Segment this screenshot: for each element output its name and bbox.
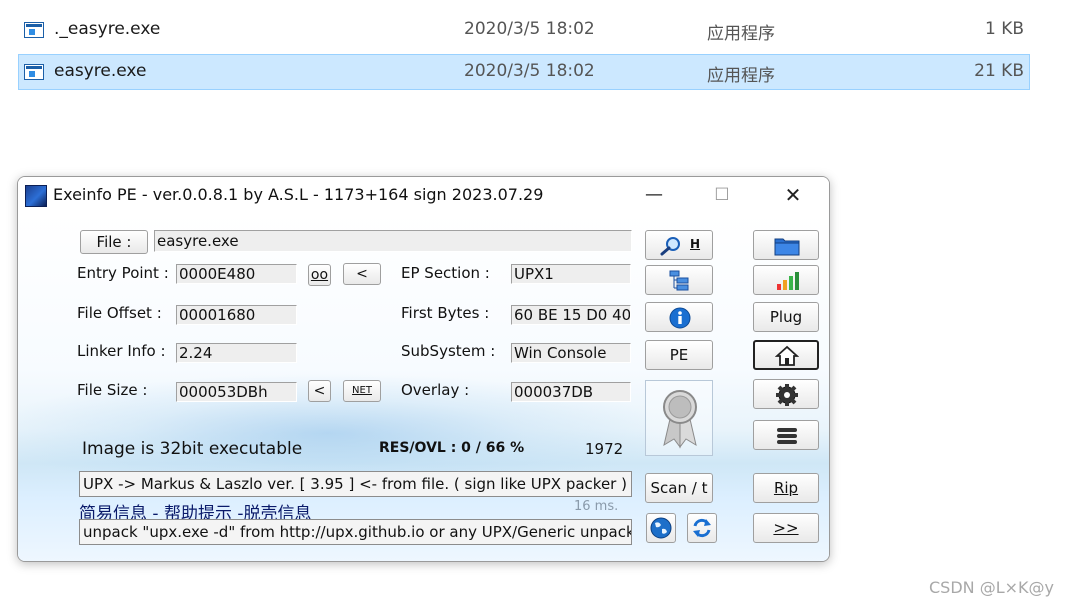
file-size: 21 KB xyxy=(974,61,1024,81)
file-type: 应用程序 xyxy=(707,66,775,86)
first-bytes-label: First Bytes : xyxy=(401,304,490,322)
home-icon xyxy=(775,345,799,366)
web-button[interactable] xyxy=(646,513,676,543)
file-name: easyre.exe xyxy=(54,61,147,81)
magnifier-icon xyxy=(660,237,680,256)
plug-button[interactable]: Plug xyxy=(753,302,819,332)
info-button[interactable] xyxy=(645,302,713,332)
ep-section-field[interactable]: UPX1 xyxy=(511,264,631,284)
scan-time: 16 ms. xyxy=(574,499,619,514)
first-bytes-field[interactable]: 60 BE 15 D0 40 xyxy=(511,305,631,325)
menu-button[interactable] xyxy=(753,420,819,450)
rip-button[interactable]: Rip xyxy=(753,473,819,503)
refresh-button[interactable] xyxy=(687,513,717,543)
net-button[interactable]: NET xyxy=(343,380,381,402)
file-name-field[interactable]: easyre.exe xyxy=(154,230,632,252)
search-h-label: H xyxy=(690,237,701,251)
tree-list-icon xyxy=(669,270,689,291)
file-offset-field[interactable]: 00001680 xyxy=(176,305,297,325)
file-button[interactable]: File : xyxy=(80,230,148,254)
entry-point-label: Entry Point : xyxy=(77,264,169,282)
maximize-button[interactable]: ☐ xyxy=(699,181,745,209)
more-button[interactable]: >> xyxy=(753,513,819,543)
home-button[interactable] xyxy=(753,340,819,370)
overlay-field[interactable]: 000037DB xyxy=(511,382,631,402)
app-icon xyxy=(25,185,47,207)
award-badge-icon xyxy=(663,390,697,449)
image-info-text: Image is 32bit executable xyxy=(82,439,303,459)
info-icon xyxy=(669,307,691,329)
file-size-field[interactable]: 000053DBh xyxy=(176,382,297,402)
file-row-selected[interactable]: easyre.exe 2020/3/5 18:02 应用程序 21 KB xyxy=(18,54,1030,90)
menu-icon xyxy=(777,428,797,444)
file-type: 应用程序 xyxy=(707,24,775,44)
watermark-text: CSDN @L×K@y xyxy=(929,578,1054,597)
scan-button[interactable]: Scan / t xyxy=(645,473,713,503)
settings-button[interactable] xyxy=(753,379,819,409)
close-button[interactable]: ✕ xyxy=(770,181,816,209)
file-size-label: File Size : xyxy=(77,381,148,399)
main-panel: File : easyre.exe Entry Point : 0000E480… xyxy=(18,213,829,561)
res-ovl-text: RES/OVL : 0 / 66 % xyxy=(379,440,525,456)
folder-icon xyxy=(774,238,800,256)
overlay-label: Overlay : xyxy=(401,381,470,399)
open-folder-button[interactable] xyxy=(753,230,819,260)
section-view-button[interactable] xyxy=(645,265,713,295)
subsystem-field[interactable]: Win Console xyxy=(511,343,631,363)
file-size: 1 KB xyxy=(984,19,1024,39)
linker-info-label: Linker Info : xyxy=(77,342,166,360)
minimize-button[interactable]: — xyxy=(631,181,677,209)
window-title: Exeinfo PE - ver.0.0.8.1 by A.S.L - 1173… xyxy=(53,185,544,204)
refresh-icon xyxy=(693,518,711,538)
linker-info-field[interactable]: 2.24 xyxy=(176,343,297,363)
entry-point-less-button[interactable]: < xyxy=(343,263,381,285)
title-bar[interactable]: Exeinfo PE - ver.0.0.8.1 by A.S.L - 1173… xyxy=(18,177,829,213)
gear-icon xyxy=(776,384,798,406)
exeinfo-window: Exeinfo PE - ver.0.0.8.1 by A.S.L - 1173… xyxy=(17,176,830,562)
search-h-button[interactable]: H xyxy=(645,230,713,260)
signature-badge-panel xyxy=(645,380,713,456)
pe-button[interactable]: PE xyxy=(645,340,713,370)
file-name: ._easyre.exe xyxy=(54,19,161,39)
file-size-less-button[interactable]: < xyxy=(308,380,331,402)
file-date: 2020/3/5 18:02 xyxy=(464,61,595,81)
stats-button[interactable] xyxy=(753,265,819,295)
bar-chart-icon xyxy=(777,272,799,290)
file-row[interactable]: ._easyre.exe 2020/3/5 18:02 应用程序 1 KB xyxy=(18,12,1030,48)
file-offset-label: File Offset : xyxy=(77,304,162,322)
subsystem-label: SubSystem : xyxy=(401,342,496,360)
exe-file-icon xyxy=(24,22,44,38)
oo-button[interactable]: oo xyxy=(308,264,331,286)
ep-section-label: EP Section : xyxy=(401,264,490,282)
exe-file-icon xyxy=(24,64,44,80)
globe-icon xyxy=(650,517,672,539)
entry-point-field[interactable]: 0000E480 xyxy=(176,264,297,284)
unpack-info-field[interactable]: unpack "upx.exe -d" from http://upx.gith… xyxy=(79,519,632,545)
file-date: 2020/3/5 18:02 xyxy=(464,19,595,39)
detection-result-field[interactable]: UPX -> Markus & Laszlo ver. [ 3.95 ] <- … xyxy=(79,471,632,497)
res-number: 1972 xyxy=(585,440,624,458)
